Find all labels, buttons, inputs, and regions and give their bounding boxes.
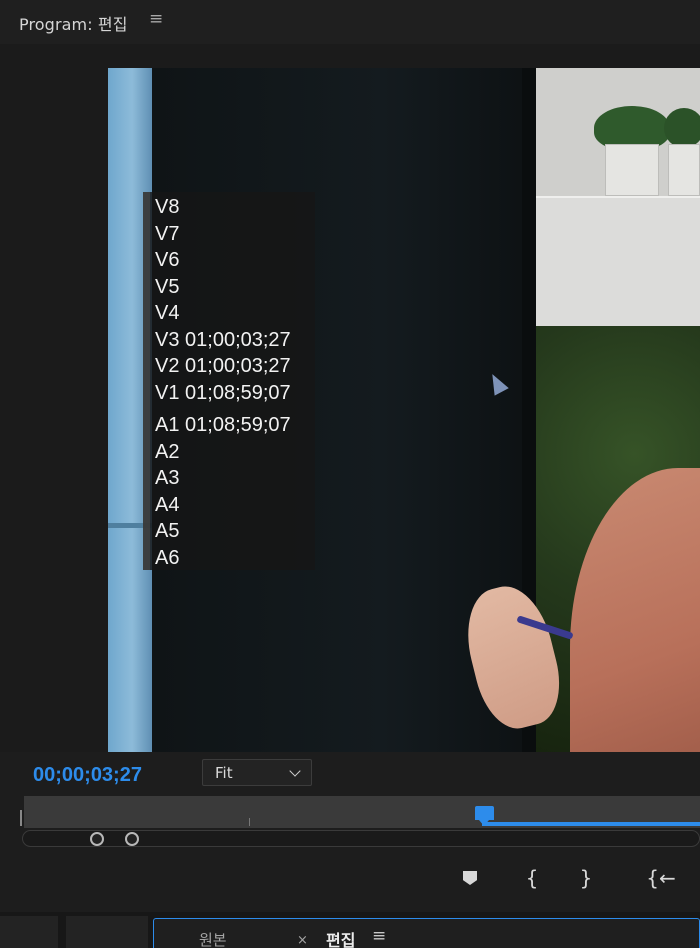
video-plant — [664, 108, 700, 148]
panel-block — [66, 916, 148, 948]
track-label: V6 — [155, 249, 180, 271]
playhead-timecode[interactable]: 00;00;03;27 — [33, 764, 142, 787]
panel-menu-icon[interactable]: ≡ — [149, 9, 163, 29]
track-label: V7 — [155, 222, 180, 245]
track-label: V2 01;00;03;27 — [155, 355, 291, 377]
track-label: V8 — [155, 196, 180, 218]
track-label: V5 — [155, 275, 180, 298]
transport-controls: { } {← — [0, 850, 700, 910]
track-label: A4 — [155, 493, 180, 516]
video-pot — [605, 144, 659, 196]
ruler-tick — [249, 818, 250, 826]
panel-title: Program: 편집 — [19, 15, 128, 34]
track-timecode-overlay: V8 V7 V6 V5 V4 V3 01;00;03;27 V2 01;00;0… — [143, 192, 315, 570]
zoom-handle-left[interactable] — [90, 832, 104, 846]
zoom-scroll-bar[interactable] — [22, 830, 700, 847]
panel-block — [0, 916, 58, 948]
tab-edit-sequence[interactable]: 편집 — [326, 927, 355, 948]
track-label: V4 — [155, 302, 180, 324]
track-label: V3 01;00;03;27 — [155, 328, 291, 351]
track-label: A2 — [155, 440, 180, 463]
zoom-level-value: Fit — [215, 764, 233, 782]
track-label: A3 — [155, 467, 180, 489]
playhead-handle[interactable] — [474, 806, 494, 826]
zoom-level-select[interactable]: Fit — [202, 759, 312, 786]
panel-menu-icon[interactable]: ≡ — [372, 926, 386, 946]
video-pot — [668, 144, 700, 196]
monitor-control-bar: 00;00;03;27 Fit — [0, 752, 700, 794]
chevron-down-icon — [289, 765, 301, 777]
mark-in-icon[interactable]: { — [524, 866, 540, 892]
track-list: V8 V7 V6 V5 V4 V3 01;00;03;27 V2 01;00;0… — [155, 194, 291, 571]
mark-out-icon[interactable]: } — [578, 866, 594, 892]
overlay-edge — [143, 192, 150, 570]
ruler-start-marker — [20, 810, 22, 826]
bottom-panel-bar: 원본 × 편집 ≡ — [0, 912, 700, 948]
tab-source-sequence[interactable]: 원본 — [199, 929, 227, 948]
close-icon[interactable]: × — [297, 933, 308, 948]
track-label: A6 — [155, 546, 180, 569]
timeline-tab-panel: 원본 × 편집 ≡ — [153, 918, 700, 948]
add-marker-icon[interactable] — [463, 871, 477, 885]
zoom-handle-right[interactable] — [125, 832, 139, 846]
scrub-progress-bar — [482, 822, 700, 826]
track-label: V1 01;08;59;07 — [155, 381, 291, 404]
video-shelf — [536, 196, 700, 328]
panel-header: Program: 편집 ≡ — [0, 0, 700, 44]
track-label: A5 — [155, 520, 180, 542]
track-label: A1 01;08;59;07 — [155, 414, 291, 436]
go-to-in-icon[interactable]: {← — [646, 866, 676, 892]
